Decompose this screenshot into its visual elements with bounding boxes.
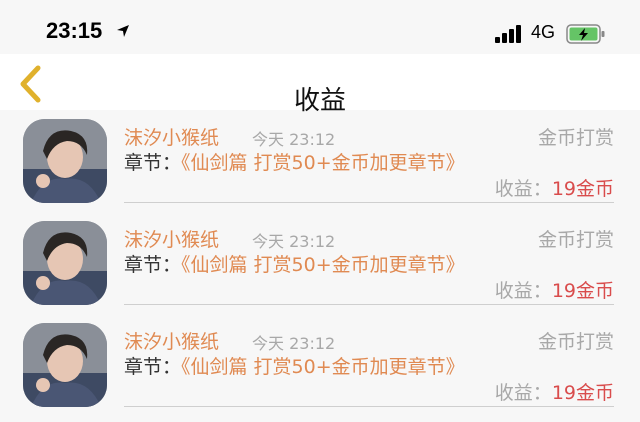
avatar[interactable] xyxy=(23,119,107,203)
status-bar: 23:15 4G xyxy=(0,0,640,54)
chapter-title-link[interactable]: 《仙剑篇 打赏50+金币加更章节》 xyxy=(181,356,465,378)
income-list: 沫汐小猴纸 今天 23:12 金币打赏 章节：《仙剑篇 打赏50+金币加更章节》… xyxy=(0,110,640,416)
earn-value: 19金币 xyxy=(551,382,614,404)
status-time: 23:15 xyxy=(46,18,103,43)
avatar-image xyxy=(23,221,107,305)
chapter-info: 章节：《仙剑篇 打赏50+金币加更章节》 xyxy=(124,150,484,176)
chapter-label: 章节： xyxy=(124,254,182,276)
chapter-info: 章节：《仙剑篇 打赏50+金币加更章节》 xyxy=(124,354,484,380)
earn-label: 收益： xyxy=(494,382,552,404)
tip-time: 今天 23:12 xyxy=(252,334,336,353)
list-item[interactable]: 沫汐小猴纸 今天 23:12 金币打赏 章节：《仙剑篇 打赏50+金币加更章节》… xyxy=(0,314,640,416)
list-item[interactable]: 沫汐小猴纸 今天 23:12 金币打赏 章节：《仙剑篇 打赏50+金币加更章节》… xyxy=(0,212,640,314)
earnings: 收益：19金币 xyxy=(495,276,614,303)
list-item[interactable]: 沫汐小猴纸 今天 23:12 金币打赏 章节：《仙剑篇 打赏50+金币加更章节》… xyxy=(0,110,640,212)
divider xyxy=(124,304,614,305)
avatar-image xyxy=(23,323,107,407)
tip-type: 金币打赏 xyxy=(537,127,614,149)
divider xyxy=(124,202,614,203)
avatar[interactable] xyxy=(23,221,107,305)
earn-label: 收益： xyxy=(494,280,552,302)
chapter-info: 章节：《仙剑篇 打赏50+金币加更章节》 xyxy=(124,252,484,278)
signal-bars-icon xyxy=(495,25,521,43)
sender-name[interactable]: 沫汐小猴纸 xyxy=(124,327,219,354)
earn-label: 收益： xyxy=(494,178,552,200)
network-type: 4G xyxy=(531,22,556,42)
chapter-label: 章节： xyxy=(124,152,182,174)
sender-name[interactable]: 沫汐小猴纸 xyxy=(124,225,219,252)
chapter-title-link[interactable]: 《仙剑篇 打赏50+金币加更章节》 xyxy=(181,254,465,276)
tip-time: 今天 23:12 xyxy=(252,232,336,251)
sender-name[interactable]: 沫汐小猴纸 xyxy=(124,123,219,150)
earnings: 收益：19金币 xyxy=(495,378,614,405)
tip-time: 今天 23:12 xyxy=(252,130,336,149)
earn-value: 19金币 xyxy=(551,178,614,200)
tip-type: 金币打赏 xyxy=(537,331,614,353)
divider xyxy=(124,406,614,407)
tip-type: 金币打赏 xyxy=(537,229,614,251)
chapter-title-link[interactable]: 《仙剑篇 打赏50+金币加更章节》 xyxy=(181,152,465,174)
avatar[interactable] xyxy=(23,323,107,407)
location-arrow-icon xyxy=(117,25,129,37)
battery-charging-icon xyxy=(566,24,605,44)
earn-value: 19金币 xyxy=(551,280,614,302)
avatar-image xyxy=(23,119,107,203)
earnings: 收益：19金币 xyxy=(495,174,614,201)
chapter-label: 章节： xyxy=(124,356,182,378)
